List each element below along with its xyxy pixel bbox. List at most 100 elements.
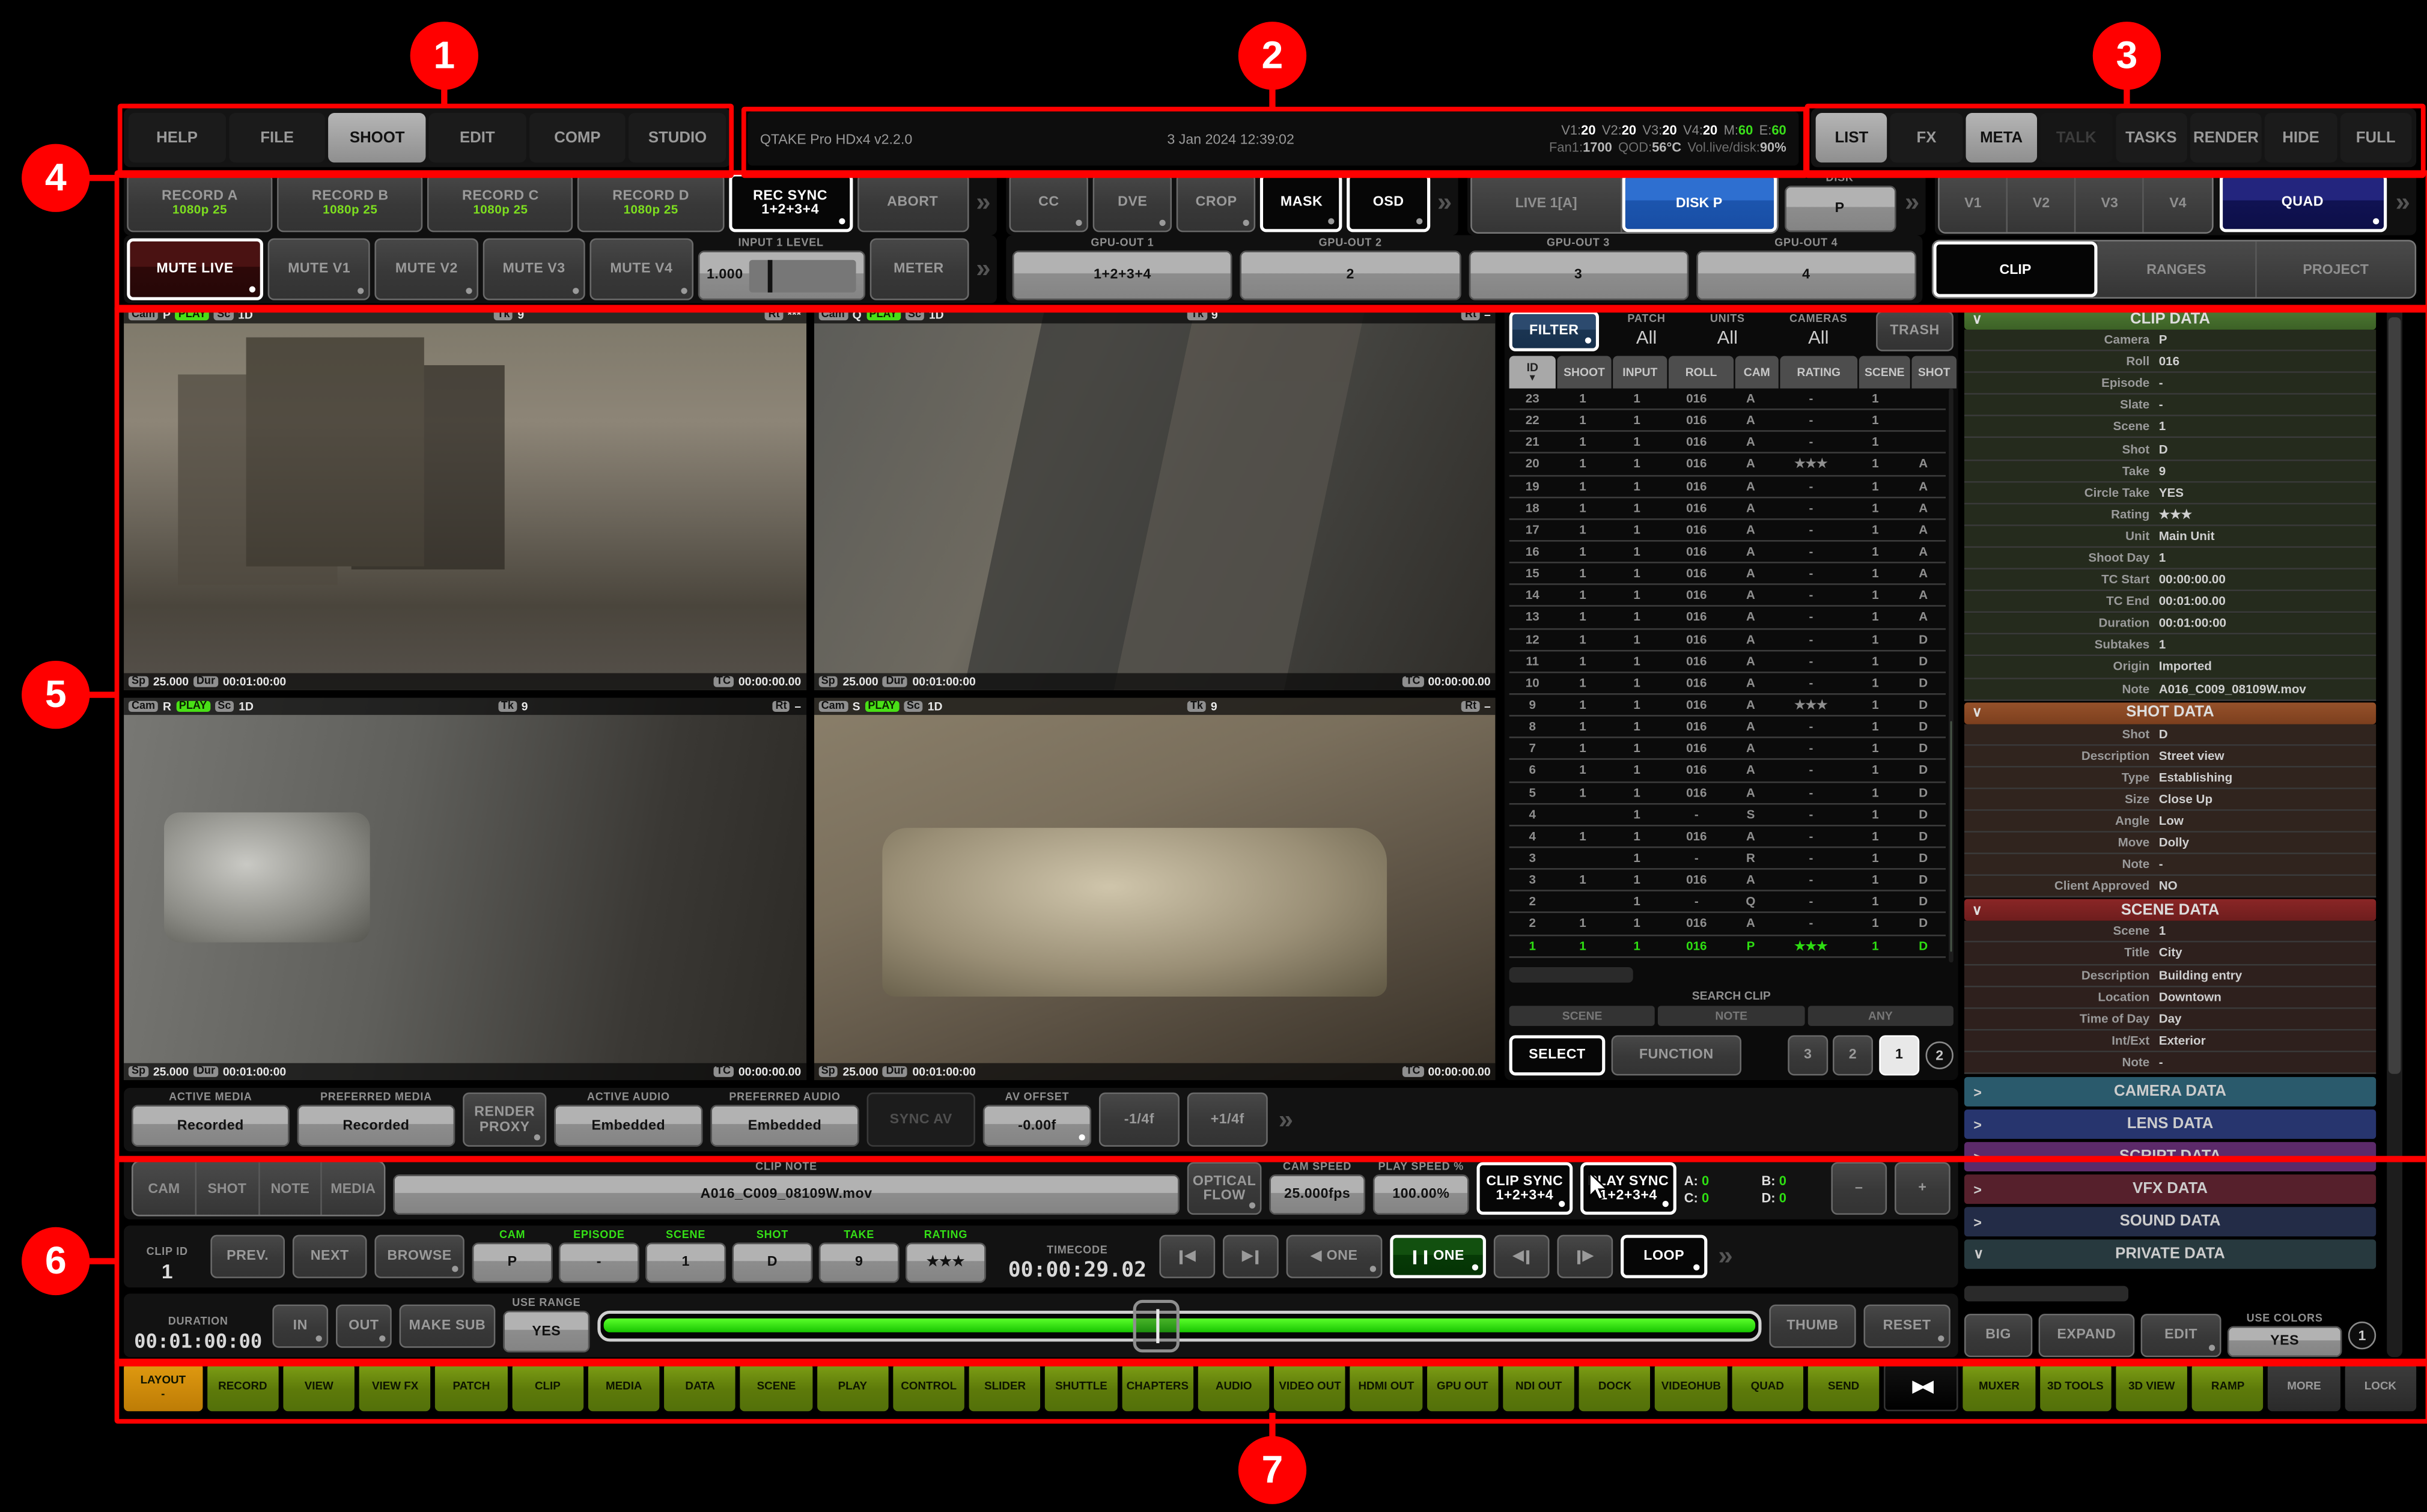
metadata-scrollbar[interactable] [2387, 306, 2402, 1357]
dock-button[interactable]: 3D TOOLS [2039, 1363, 2111, 1411]
dock-button[interactable]: DOCK [1579, 1363, 1651, 1411]
metadata-row[interactable]: Time of DayDay [1964, 1009, 2376, 1030]
note-tab[interactable]: MEDIA [322, 1162, 383, 1215]
view-menu-item[interactable]: TASKS [2115, 113, 2187, 162]
expand-transport-chevron-icon[interactable]: » [1715, 1241, 1736, 1272]
metadata-row[interactable]: Take9 [1964, 461, 2376, 482]
preferred-media-button[interactable]: Recorded [297, 1105, 455, 1147]
clip-table-row[interactable]: 611 016A- 1D [1509, 761, 1946, 782]
clip-table-row[interactable]: 1411 016A- 1A [1509, 585, 1946, 607]
pause-one-button[interactable]: ONE [1390, 1236, 1486, 1278]
metadata-row[interactable]: UnitMain Unit [1964, 526, 2376, 547]
dock-button[interactable]: DATA [665, 1363, 736, 1411]
clip-field-button[interactable]: - [559, 1243, 639, 1283]
gpu-out-button[interactable]: 3 [1468, 250, 1688, 300]
search-scope-tab[interactable]: ANY [1807, 1006, 1953, 1025]
render-proxy-button[interactable]: RENDERPROXY [463, 1093, 546, 1147]
metadata-row[interactable]: Scene1 [1964, 417, 2376, 439]
tab-project[interactable]: PROJECT [2257, 241, 2415, 297]
collapsed-section-bar[interactable]: ∨PRIVATE DATA [1964, 1239, 2376, 1269]
mute-live-button[interactable]: MUTE LIVE [127, 238, 263, 300]
expand-disk-chevron-icon[interactable]: » [1902, 187, 1923, 219]
clip-table-row[interactable]: 111 016A- 1D [1509, 958, 1946, 963]
clip-table-row[interactable]: 1111 016A- 1D [1509, 651, 1946, 673]
mute-viewer-button[interactable]: MUTE V1 [268, 238, 371, 300]
clip-table-row[interactable]: 111 016P★★★ 1D [1509, 935, 1946, 957]
main-menu-item[interactable]: SHOOT [329, 113, 425, 162]
mute-viewer-button[interactable]: MUTE V2 [375, 238, 478, 300]
note-tab[interactable]: NOTE [259, 1162, 322, 1215]
use-range-button[interactable]: YES [503, 1311, 589, 1353]
dock-button[interactable]: PLAY [817, 1363, 888, 1411]
dock-layout-button[interactable]: LAYOUT- [124, 1363, 203, 1411]
note-minus-button[interactable]: – [1831, 1162, 1887, 1215]
metadata-row[interactable]: Circle TakeYES [1964, 482, 2376, 504]
dock-button[interactable]: VIDEO OUT [1274, 1363, 1345, 1411]
clip-table-row[interactable]: 411 016A- 1D [1509, 826, 1946, 848]
video-viewer[interactable]: CamR PLAY Sc1D Tk9 Rt– Sp25.000 Dur00:01… [124, 697, 806, 1080]
collapsed-section-bar[interactable]: >SCRIPT DATA [1964, 1142, 2376, 1171]
dock-button[interactable]: VIEW FX [359, 1363, 431, 1411]
edit-button[interactable]: EDIT [2141, 1314, 2221, 1357]
use-colors-button[interactable]: YES [2228, 1326, 2342, 1358]
metadata-row[interactable]: DescriptionStreet view [1964, 745, 2376, 767]
metadata-row[interactable]: TC Start00:00:00.00 [1964, 569, 2376, 591]
nudge-plus-button[interactable]: +1/4f [1187, 1093, 1268, 1147]
expand-view-chevron-icon[interactable]: » [2392, 187, 2413, 219]
metadata-row[interactable]: Note- [1964, 854, 2376, 876]
tab-clip[interactable]: CLIP [1933, 241, 2097, 297]
record-button[interactable]: RECORD A1080p 25 [127, 174, 273, 232]
expand-media-chevron-icon[interactable]: » [1276, 1104, 1297, 1135]
fx-toggle-button[interactable]: OSD [1347, 174, 1430, 232]
select-button[interactable]: SELECT [1509, 1035, 1606, 1075]
collapsed-section-bar[interactable]: >VFX DATA [1964, 1174, 2376, 1204]
column-header-shot[interactable]: SHOT [1911, 356, 1957, 388]
dock-button[interactable]: CONTROL [893, 1363, 964, 1411]
expand-fx-chevron-icon[interactable]: » [1434, 187, 1455, 219]
page-button-active[interactable]: 1 [1879, 1035, 1919, 1075]
column-header-cam[interactable]: CAM [1735, 356, 1779, 388]
clip-table-row[interactable]: 311 016A- 1D [1509, 870, 1946, 891]
clip-field-button[interactable]: 1 [645, 1243, 726, 1283]
clip-table-row[interactable]: 911 016A★★★ 1D [1509, 695, 1946, 717]
view-menu-item[interactable]: TALK [2040, 113, 2112, 162]
metadata-row[interactable]: Note- [1964, 1052, 2376, 1073]
dock-button[interactable]: VIDEOHUB [1655, 1363, 1727, 1411]
preferred-audio-button[interactable]: Embedded [710, 1105, 859, 1147]
prev-clip-button[interactable]: PREV. [210, 1236, 285, 1278]
note-tab[interactable]: SHOT [196, 1162, 260, 1215]
metadata-row[interactable]: Shoot Day1 [1964, 548, 2376, 569]
clip-table-row[interactable]: 1911 016A- 1A [1509, 476, 1946, 497]
metadata-row[interactable]: TitleCity [1964, 943, 2376, 965]
make-sub-button[interactable]: MAKE SUB [400, 1304, 496, 1347]
clip-table-row[interactable]: 1311 016A- 1A [1509, 607, 1946, 629]
big-button[interactable]: BIG [1964, 1314, 2032, 1357]
back-one-button[interactable]: ◀ ONE [1287, 1236, 1383, 1278]
dock-button[interactable]: VIEW [283, 1363, 355, 1411]
viewer-select-button[interactable]: V4 [2145, 174, 2211, 232]
av-offset-field[interactable]: -0.00f [983, 1105, 1091, 1147]
optical-flow-button[interactable]: OPTICALFLOW [1187, 1162, 1262, 1215]
metadata-row[interactable]: Slate- [1964, 395, 2376, 417]
dock-button[interactable]: MUXER [1963, 1363, 2035, 1411]
column-header-roll[interactable]: ROLL [1669, 356, 1734, 388]
record-button[interactable]: RECORD D1080p 25 [578, 174, 724, 232]
note-tab[interactable]: CAM [133, 1162, 196, 1215]
mute-viewer-button[interactable]: MUTE V4 [590, 238, 693, 300]
rec-sync-button[interactable]: REC SYNC1+2+3+4 [728, 174, 852, 232]
collapsed-section-bar[interactable]: >CAMERA DATA [1964, 1077, 2376, 1107]
expand-record-chevron-icon[interactable]: » [973, 187, 994, 219]
active-audio-button[interactable]: Embedded [554, 1105, 702, 1147]
live-source-button[interactable]: LIVE 1[A] [1472, 174, 1622, 232]
view-menu-item[interactable]: HIDE [2265, 113, 2336, 162]
clip-table-row[interactable]: 31 -R- 1D [1509, 848, 1946, 870]
next-clip-button[interactable]: NEXT [293, 1236, 367, 1278]
metadata-row[interactable]: AngleLow [1964, 811, 2376, 833]
mute-viewer-button[interactable]: MUTE V3 [483, 238, 585, 300]
clip-field-button[interactable]: P [472, 1243, 553, 1283]
clip-field-button[interactable]: ★★★ [906, 1243, 986, 1283]
scrub-slider[interactable] [597, 1310, 1761, 1341]
column-header-id[interactable]: ID▼ [1509, 356, 1556, 388]
clip-sync-button[interactable]: CLIP SYNC1+2+3+4 [1477, 1162, 1573, 1215]
clip-table-row[interactable]: 1211 016A- 1D [1509, 629, 1946, 651]
